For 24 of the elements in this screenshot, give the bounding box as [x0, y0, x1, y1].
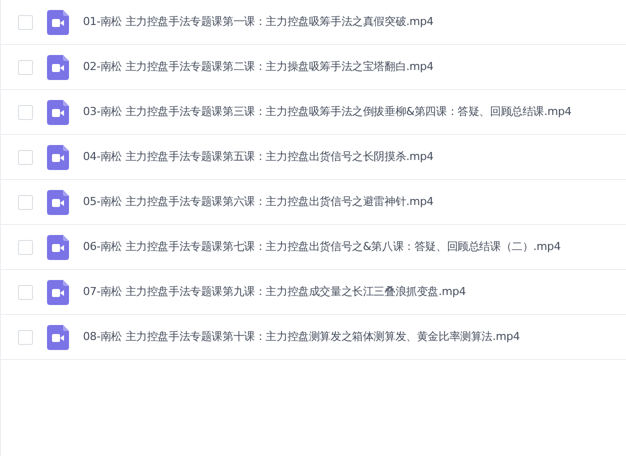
- file-name[interactable]: 01-南松 主力控盘手法专题课第一课：主力控盘吸筹手法之真假突破.mp4: [83, 14, 434, 30]
- checkbox[interactable]: [18, 150, 33, 164]
- checkbox[interactable]: [18, 330, 33, 344]
- video-file-icon: [47, 144, 69, 170]
- video-file-icon: [47, 54, 69, 80]
- video-file-icon: [47, 190, 69, 214]
- video-file-icon: [47, 280, 69, 304]
- file-name[interactable]: 04-南松 主力控盘手法专题课第五课：主力控盘出货信号之长阴摸杀.mp4: [83, 148, 434, 166]
- checkbox[interactable]: [18, 194, 33, 210]
- video-file-icon: [47, 234, 69, 260]
- checkbox[interactable]: [18, 284, 33, 300]
- file-name[interactable]: 02-南松 主力控盘手法专题课第二课：主力操盘吸筹手法之宝塔翻白.mp4: [83, 58, 434, 76]
- checkbox[interactable]: [18, 60, 33, 74]
- file-name[interactable]: 05-南松 主力控盘手法专题课第六课：主力控盘出货信号之避雷神针.mp4: [83, 194, 434, 210]
- file-name[interactable]: 08-南松 主力控盘手法专题课第十课：主力控盘测算发之箱体测算发、黄金比率测算法.mp4: [83, 328, 520, 346]
- video-file-icon: [47, 10, 69, 34]
- checkbox[interactable]: [18, 240, 33, 254]
- file-name[interactable]: 06-南松 主力控盘手法专题课第七课：主力控盘出货信号之&第八课：答疑、回顾总结课（二）.mp4: [83, 238, 561, 256]
- video-file-icon: [47, 324, 69, 350]
- checkbox[interactable]: [18, 104, 33, 120]
- video-file-icon: [47, 100, 69, 124]
- file-name[interactable]: 07-南松 主力控盘手法专题课第九课：主力控盘成交量之长江三叠浪抓变盘.mp4: [83, 284, 466, 300]
- checkbox[interactable]: [18, 14, 33, 30]
- file-name[interactable]: 03-南松 主力控盘手法专题课第三课：主力控盘吸筹手法之倒拔垂柳&第四课：答疑、回顾总结课.mp4: [83, 104, 572, 120]
